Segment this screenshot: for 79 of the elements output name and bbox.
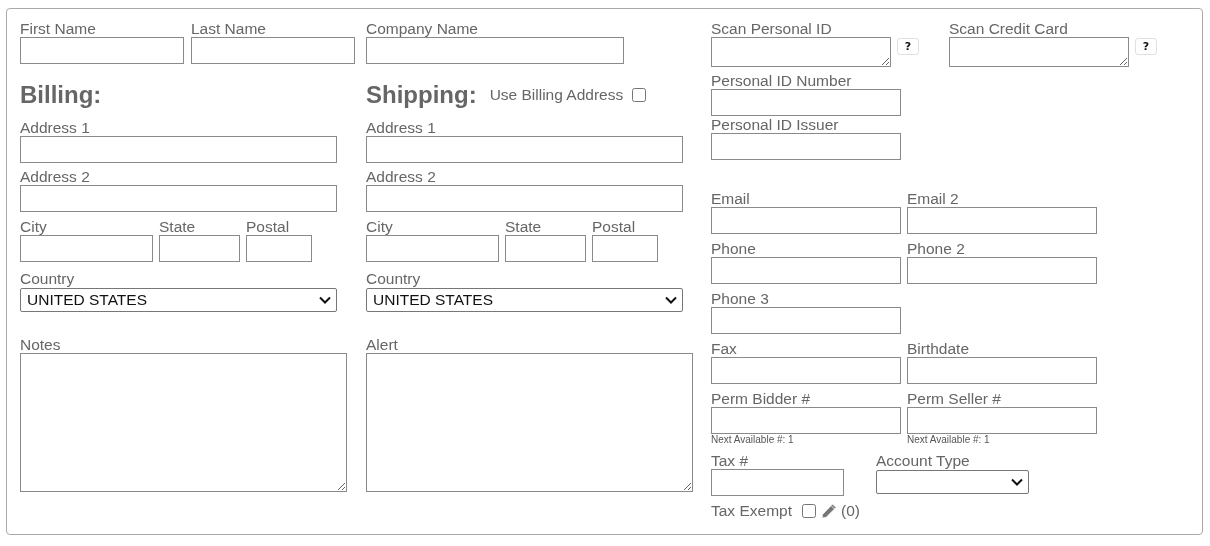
help-button[interactable]: ? <box>1135 38 1157 55</box>
text-field[interactable] <box>505 235 586 262</box>
text-field[interactable] <box>159 235 240 262</box>
section-heading: Shipping: <box>366 81 477 109</box>
text-field[interactable] <box>20 235 153 262</box>
field-label: Phone 2 <box>907 240 965 257</box>
field-label: State <box>505 218 542 235</box>
field-label: Address 1 <box>20 119 90 136</box>
text-field[interactable] <box>366 37 624 64</box>
text-area[interactable] <box>949 37 1129 67</box>
field-label: Birthdate <box>907 340 970 357</box>
text-field[interactable] <box>366 136 683 163</box>
field-label: State <box>159 218 196 235</box>
field-label: Country <box>366 270 421 287</box>
text-field[interactable] <box>366 235 499 262</box>
field-label: First Name <box>20 20 96 37</box>
field-label: Address 2 <box>366 168 436 185</box>
text-field[interactable] <box>907 257 1097 284</box>
checkbox[interactable] <box>802 503 816 518</box>
text-field[interactable] <box>711 89 901 116</box>
text-field[interactable] <box>246 235 312 262</box>
field-label: Perm Seller # <box>907 390 1001 407</box>
field-label: Fax <box>711 340 737 357</box>
field-label: Tax Exempt <box>711 502 792 519</box>
section-heading: Billing: <box>20 81 102 109</box>
text-field[interactable] <box>711 257 901 284</box>
chevron-down-icon <box>319 296 331 304</box>
field-label: Tax # <box>711 452 749 469</box>
field-label: Last Name <box>191 20 266 37</box>
field-label: Email <box>711 190 750 207</box>
field-label: Email 2 <box>907 190 959 207</box>
field-label: Scan Personal ID <box>711 20 832 37</box>
text-field[interactable] <box>711 407 901 434</box>
field-label: Postal <box>592 218 636 235</box>
field-label: Perm Bidder # <box>711 390 811 407</box>
text-field[interactable] <box>907 357 1097 384</box>
chevron-down-icon <box>665 296 677 304</box>
text-field[interactable] <box>20 185 337 212</box>
field-label: Scan Credit Card <box>949 20 1068 37</box>
field-label: Address 1 <box>366 119 436 136</box>
field-label: Address 2 <box>20 168 90 185</box>
field-label: Personal ID Number <box>711 72 852 89</box>
text-field[interactable] <box>191 37 355 64</box>
dropdown[interactable] <box>876 470 1029 494</box>
help-button[interactable]: ? <box>897 38 919 55</box>
count-text: (0) <box>841 502 860 519</box>
field-label: Alert <box>366 336 398 353</box>
text-field[interactable] <box>711 307 901 334</box>
text-field[interactable] <box>907 207 1097 234</box>
dropdown[interactable]: UNITED STATES <box>20 288 337 312</box>
field-label: Postal <box>246 218 290 235</box>
text-field[interactable] <box>711 133 901 160</box>
chevron-down-icon <box>1011 478 1023 486</box>
field-label: Account Type <box>876 452 970 469</box>
hint-text: Next Available #: 1 <box>907 434 990 446</box>
text-field[interactable] <box>20 37 184 64</box>
checkbox[interactable] <box>632 88 647 102</box>
field-label: Phone 3 <box>711 290 769 307</box>
field-label: Notes <box>20 336 61 353</box>
text-field[interactable] <box>711 207 901 234</box>
text-area[interactable] <box>711 37 891 67</box>
field-label: Country <box>20 270 75 287</box>
text-field[interactable] <box>711 357 901 384</box>
hint-text: Next Available #: 1 <box>711 434 794 446</box>
text-area[interactable] <box>366 353 693 492</box>
dropdown[interactable]: UNITED STATES <box>366 288 683 312</box>
text-field[interactable] <box>907 407 1097 434</box>
field-label: City <box>366 218 393 235</box>
field-label: Phone <box>711 240 756 257</box>
field-label: City <box>20 218 47 235</box>
text-field[interactable] <box>592 235 658 262</box>
text-field[interactable] <box>20 136 337 163</box>
checkbox-label: Use Billing Address <box>489 86 624 104</box>
field-label: Personal ID Issuer <box>711 116 839 133</box>
text-area[interactable] <box>20 353 347 492</box>
pencil-icon[interactable] <box>821 502 837 519</box>
text-field[interactable] <box>711 469 844 496</box>
field-label: Company Name <box>366 20 478 37</box>
text-field[interactable] <box>366 185 683 212</box>
